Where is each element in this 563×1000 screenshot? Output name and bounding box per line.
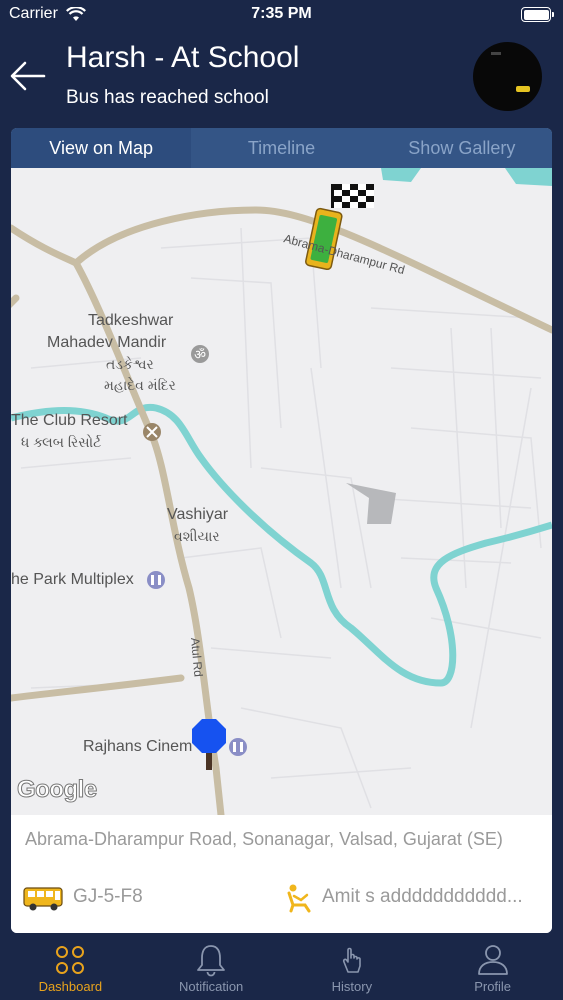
resort-poi-icon — [143, 423, 161, 441]
svg-text:ॐ: ॐ — [194, 348, 206, 363]
profile-icon — [477, 945, 508, 975]
status-bar: Carrier 7:35 PM — [0, 0, 563, 30]
driver-seat-icon — [287, 884, 311, 913]
road-label-atul: Atul Rd — [188, 637, 205, 677]
tab-dashboard[interactable]: Dashboard — [0, 938, 141, 1000]
tab-label: Dashboard — [38, 979, 103, 994]
cinema2-poi-icon — [229, 738, 247, 756]
poi-rajhans-cinema: Rajhans Cinem — [83, 738, 193, 755]
trip-details-row: GJ-5-F8 Amit s addddddddddd... — [23, 883, 548, 915]
clock: 7:35 PM — [251, 5, 312, 22]
current-address: Abrama-Dharampur Road, Sonanagar, Valsad… — [25, 829, 503, 849]
tab-view-on-map[interactable]: View on Map — [11, 128, 192, 168]
map-layer: ॐ Abrama-Dharampur Rd Atul Rd — [11, 168, 552, 815]
arrow-left-icon — [10, 61, 46, 91]
poi-mahadev-mandir: Mahadev Mandir — [47, 334, 167, 351]
poi-park-multiplex: he Park Multiplex — [11, 571, 134, 588]
header: Harsh - At School Bus has reached school — [0, 30, 563, 126]
tab-history[interactable]: History — [282, 938, 423, 1000]
dashboard-icon — [56, 946, 85, 974]
vehicle-number: GJ-5-F8 — [73, 886, 143, 907]
trip-status: Bus has reached school — [66, 87, 269, 108]
page-title: Harsh - At School — [66, 41, 300, 74]
place-vashiyar: Vashiyar — [167, 506, 229, 523]
place-vashiyar-guj: વશીયાર — [174, 528, 220, 544]
map-view[interactable]: ॐ Abrama-Dharampur Rd Atul Rd Tadkeshwar… — [11, 168, 552, 815]
avatar[interactable] — [473, 42, 542, 111]
bell-icon — [197, 945, 226, 977]
school-bus-icon — [23, 887, 63, 911]
tab-timeline[interactable]: Timeline — [191, 128, 372, 168]
tab-profile[interactable]: Profile — [422, 938, 563, 1000]
cinema-poi-icon — [147, 571, 165, 589]
trip-info-card: Abrama-Dharampur Road, Sonanagar, Valsad… — [11, 815, 552, 933]
stop-sign-icon — [192, 719, 226, 770]
battery-icon — [521, 7, 554, 22]
poi-tadkeshwar: Tadkeshwar — [88, 312, 174, 329]
temple-poi-icon: ॐ — [191, 345, 209, 363]
poi-club-resort: The Club Resort — [11, 412, 128, 429]
tab-bar: View on Map Timeline Show Gallery — [11, 128, 552, 168]
poi-mahadev-guj: મહાદેવ મંદિર — [104, 377, 176, 393]
history-icon — [342, 947, 361, 973]
tab-label: History — [331, 979, 373, 994]
bottom-tab-bar: Dashboard Notification History Profile — [0, 938, 563, 1000]
tab-label: Profile — [474, 979, 512, 994]
driver-name: Amit s addddddddddd... — [322, 886, 523, 907]
trip-panel: View on Map Timeline Show Gallery ॐ Abra… — [11, 128, 552, 933]
poi-tadkeshwar-guj: તડકેશ્વર — [106, 356, 154, 372]
checkered-flag-icon — [331, 184, 374, 208]
google-attribution: Google — [17, 776, 98, 804]
back-button[interactable] — [8, 58, 48, 94]
tab-label: Notification — [178, 979, 244, 994]
poi-club-resort-guj: ધ ક્લબ રિસોર્ટ — [21, 434, 102, 450]
tab-notification[interactable]: Notification — [141, 938, 282, 1000]
tab-show-gallery[interactable]: Show Gallery — [371, 128, 552, 168]
